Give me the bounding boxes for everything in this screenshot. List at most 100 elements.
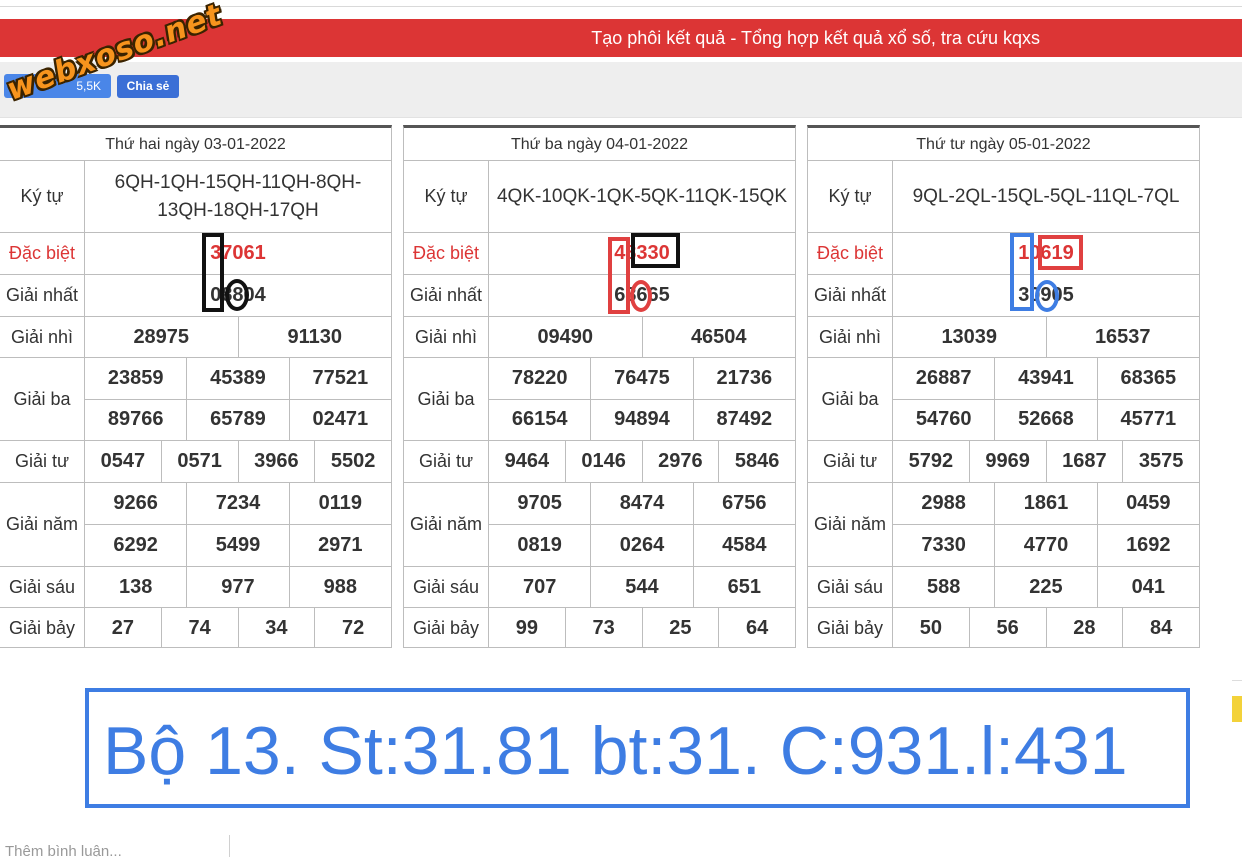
social-bar [0,62,1242,118]
prize-number: 1687 [1045,441,1123,482]
prize-label: Đặc biệt [0,233,85,274]
value-line: 26887 43941 68365 [893,358,1199,399]
prize-row-g7: Giải bảy 27 74 34 72 [0,608,391,647]
prize-number: 9969 [968,441,1046,482]
value-line: 99 73 25 64 [489,608,795,647]
value-line: 0819 0264 4584 [489,524,795,566]
prize-label: Giải tư [808,441,893,482]
prize-number: 68365 [1096,358,1199,399]
prize-label: Giải ba [0,358,85,440]
prize-row-g6: Giải sáu 707 544 651 [404,567,795,608]
value-line: 9705 8474 6756 [489,483,795,524]
prize-label: Giải nhì [808,317,893,357]
right-divider [1232,680,1242,681]
value-line: 9266 7234 0119 [85,483,391,524]
prize-label: Giải sáu [0,567,85,607]
first-prize-number: 68665 [614,284,670,306]
panel-date: Thứ tư ngày 05-01-2022 [808,128,1199,161]
prize-number: 21736 [692,358,795,399]
prize-label: Ký tự [404,161,489,232]
prize-number: 5502 [314,441,391,482]
value-line: 08804 [85,275,391,316]
prize-number: 588 [926,575,961,598]
prize-values: 48330 [489,233,795,274]
kytu-code: 6QH-1QH-15QH-11QH-8QH-13QH-18QH-17QH [114,171,362,221]
prize-number: 27 [111,617,134,639]
prize-number: 02471 [288,399,391,440]
prize-number: 3966 [237,441,315,482]
value-line: 7330 4770 1692 [893,524,1199,566]
prize-number: 9705 [517,492,562,514]
prize-number: 56 [968,608,1046,647]
prize-row-g5: Giải năm 9705 8474 6756 0819 0264 4584 [404,483,795,567]
value-line: 66154 94894 87492 [489,398,795,440]
prize-values: 2988 1861 0459 7330 4770 1692 [893,483,1199,566]
value-line: 13039 16537 [893,317,1199,357]
prize-label: Giải năm [808,483,893,566]
kytu-code: 4QK-10QK-1QK-5QK-11QK-15QK [496,185,788,207]
prize-number: 2971 [288,525,391,566]
prize-number: 0571 [160,441,238,482]
prize-row-kytu: Ký tự 6QH-1QH-15QH-11QH-8QH-13QH-18QH-17Q… [0,161,391,233]
prize-number: 2976 [641,441,719,482]
kytu-code: 9QL-2QL-15QL-5QL-11QL-7QL [912,185,1180,207]
prize-number: 5846 [718,441,795,482]
prize-number: 76475 [590,358,692,399]
annotation-box: Bộ 13. St:31.81 bt:31. C:931.l:431 [85,688,1190,808]
prize-row-g6: Giải sáu 138 977 988 [0,567,391,608]
comment-input[interactable]: Thêm bình luận... [5,843,122,857]
prize-number: 4770 [994,525,1096,566]
prize-label: Ký tự [0,161,85,232]
annotation-text: Bộ 13. St:31.81 bt:31. C:931.l:431 [103,713,1128,789]
value-line: 78220 76475 21736 [489,358,795,399]
prize-number: 544 [590,567,692,607]
prize-number: 2988 [921,492,966,514]
prize-row-g3: Giải ba 23859 45389 77521 89766 65789 02471 [0,358,391,441]
prize-row-db: Đặc biệt 10619 [808,233,1199,275]
prize-values: 6QH-1QH-15QH-11QH-8QH-13QH-18QH-17QH [85,161,391,232]
prize-number: 5792 [908,450,954,472]
prize-number: 988 [288,567,391,607]
prize-label: Giải nhì [404,317,489,357]
value-line: 23859 45389 77521 [85,358,391,399]
prize-row-g2: Giải nhì 13039 16537 [808,317,1199,358]
prize-number: 43941 [994,358,1096,399]
prize-values: 13039 16537 [893,317,1199,357]
prize-values: 68665 [489,275,795,316]
prize-row-kytu: Ký tự 9QL-2QL-15QL-5QL-11QL-7QL [808,161,1199,233]
prize-values: 4QK-10QK-1QK-5QK-11QK-15QK [489,161,795,232]
side-tab[interactable] [1232,696,1242,722]
value-line: 27 74 34 72 [85,608,391,647]
prize-values: 26887 43941 68365 54760 52668 45771 [893,358,1199,440]
prize-values: 23859 45389 77521 89766 65789 02471 [85,358,391,440]
prize-number: 65789 [186,399,288,440]
value-line: 50 56 28 84 [893,608,1199,647]
prize-row-g1: Giải nhất 08804 [0,275,391,317]
prize-number: 4584 [692,525,795,566]
prize-number: 25 [641,608,719,647]
prize-number: 0146 [564,441,642,482]
prize-number: 45771 [1096,399,1199,440]
result-panel: Thứ tư ngày 05-01-2022 Ký tự 9QL-2QL-15QL-… [807,125,1200,648]
prize-number: 1861 [994,483,1096,524]
prize-values: 27 74 34 72 [85,608,391,647]
prize-number: 0819 [517,534,562,556]
prize-label: Giải năm [0,483,85,566]
prize-number: 78220 [511,366,568,389]
prize-number: 9464 [504,450,550,472]
value-line: 09490 46504 [489,317,795,357]
prize-number: 94894 [590,399,692,440]
prize-number: 34 [237,608,315,647]
prize-label: Giải ba [404,358,489,440]
result-panel: Thứ hai ngày 03-01-2022 Ký tự 6QH-1QH-15QH… [0,125,392,648]
prize-label: Ký tự [808,161,893,232]
value-line: 5792 9969 1687 3575 [893,441,1199,482]
prize-values: 9464 0146 2976 5846 [489,441,795,482]
panel-date: Thứ ba ngày 04-01-2022 [404,128,795,161]
prize-number: 138 [118,575,153,598]
prize-row-g2: Giải nhì 09490 46504 [404,317,795,358]
value-line: 6QH-1QH-15QH-11QH-8QH-13QH-18QH-17QH [85,161,391,232]
prize-number: 16537 [1045,317,1200,357]
prize-number: 23859 [107,366,164,389]
prize-number: 651 [692,567,795,607]
